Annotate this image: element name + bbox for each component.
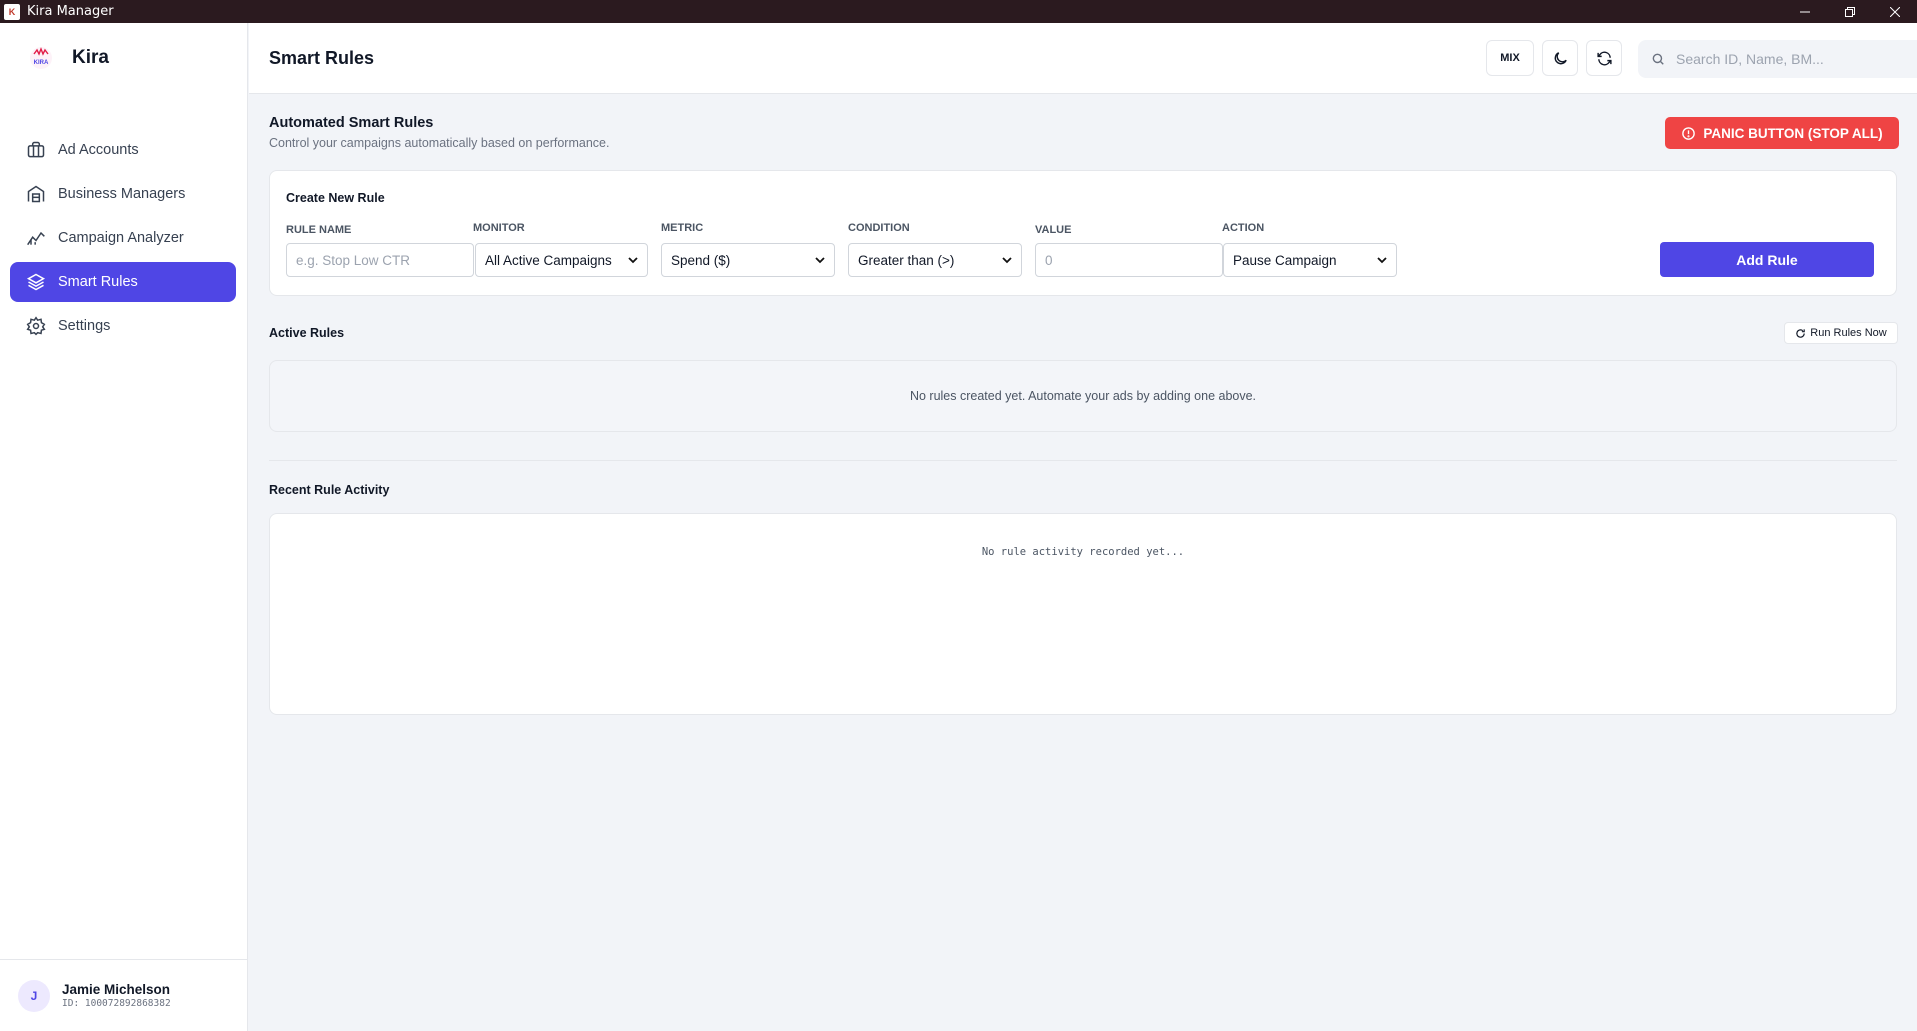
monitor-select[interactable]: All Active Campaigns [475,243,648,277]
page-header: Smart Rules MIX [249,23,1917,94]
value-label: VALUE [1035,224,1072,236]
panic-button[interactable]: PANIC BUTTON (STOP ALL) [1665,117,1899,149]
activity-log: No rule activity recorded yet... [269,513,1897,715]
sidebar-nav: Ad Accounts Business Managers Campaign A… [10,130,236,350]
monitor-value: All Active Campaigns [485,252,612,268]
window-titlebar: K Kira Manager [0,0,1917,23]
search-icon [1652,53,1664,65]
sidebar-item-business-managers[interactable]: Business Managers [10,174,236,214]
panic-button-label: PANIC BUTTON (STOP ALL) [1703,125,1883,141]
divider [269,460,1897,461]
refresh-button[interactable] [1586,40,1622,76]
app-icon: K [4,3,20,20]
value-input[interactable] [1045,252,1213,268]
action-value: Pause Campaign [1233,252,1337,268]
sidebar: KIRA Kira Ad Accounts Business Managers … [0,23,248,1031]
rule-name-field[interactable] [286,243,474,277]
alert-circle-icon [1681,126,1696,141]
refresh-icon [1795,328,1806,339]
condition-label: CONDITION [848,222,910,234]
active-rules-title: Active Rules [269,326,345,340]
create-rule-card: Create New Rule RULE NAME MONITOR All Ac… [269,170,1897,296]
page-title: Smart Rules [269,48,375,68]
chevron-down-icon [1377,256,1387,263]
section-title: Automated Smart Rules [269,115,434,131]
rule-name-input[interactable] [296,252,464,268]
section-subtitle: Control your campaigns automatically bas… [269,136,610,150]
refresh-icon [1596,51,1612,65]
close-button[interactable] [1872,0,1917,23]
briefcase-icon [25,139,47,161]
kira-logo: KIRA [28,45,54,71]
theme-toggle-button[interactable] [1542,40,1578,76]
activity-empty-message: No rule activity recorded yet... [981,546,1185,558]
monitor-label: MONITOR [473,222,525,234]
sidebar-item-label: Campaign Analyzer [58,230,184,246]
mix-button[interactable]: MIX [1486,40,1534,76]
create-rule-title: Create New Rule [286,191,385,205]
gear-icon [25,315,47,337]
condition-select[interactable]: Greater than (>) [848,243,1022,277]
action-label: ACTION [1222,222,1265,234]
user-name: Jamie Michelson [62,982,171,997]
chevron-down-icon [815,256,825,263]
user-id: ID: 100072892868382 [62,998,171,1009]
restore-icon [1844,6,1855,17]
window-title: Kira Manager [27,4,114,19]
minimize-button[interactable] [1782,0,1827,23]
chevron-down-icon [628,256,638,263]
chevron-down-icon [1002,256,1012,263]
main-content: Automated Smart Rules Control your campa… [249,94,1917,1031]
add-rule-button[interactable]: Add Rule [1660,242,1874,277]
avatar: J [18,979,50,1012]
action-select[interactable]: Pause Campaign [1223,243,1397,277]
chart-icon [25,227,47,249]
empty-rules-message: No rules created yet. Automate your ads … [909,389,1257,403]
sidebar-item-ad-accounts[interactable]: Ad Accounts [10,130,236,170]
search-box[interactable] [1638,40,1917,78]
sidebar-item-smart-rules[interactable]: Smart Rules [10,262,236,302]
sidebar-item-label: Business Managers [58,186,186,202]
recent-activity-title: Recent Rule Activity [269,483,390,497]
sidebar-item-campaign-analyzer[interactable]: Campaign Analyzer [10,218,236,258]
restore-button[interactable] [1827,0,1872,23]
moon-icon [1554,51,1567,64]
metric-select[interactable]: Spend ($) [661,243,835,277]
metric-value: Spend ($) [671,252,731,268]
metric-label: METRIC [661,222,704,234]
sidebar-item-label: Settings [58,318,111,334]
layers-icon [25,271,47,293]
condition-value: Greater than (>) [858,252,955,268]
svg-text:KIRA: KIRA [34,60,49,66]
brand-name: Kira [72,47,109,68]
rule-name-label: RULE NAME [286,224,352,236]
run-rules-label: Run Rules Now [1810,327,1887,339]
sidebar-item-settings[interactable]: Settings [10,306,236,346]
building-icon [25,183,47,205]
sidebar-item-label: Ad Accounts [58,142,139,158]
minimize-icon [1799,11,1810,12]
active-rules-empty-state: No rules created yet. Automate your ads … [269,360,1897,432]
brand[interactable]: KIRA Kira [28,45,109,71]
sidebar-item-label: Smart Rules [58,274,138,290]
search-input[interactable] [1676,51,1906,67]
user-profile[interactable]: J Jamie Michelson ID: 100072892868382 [0,959,248,1031]
close-icon [1889,6,1900,17]
value-field[interactable] [1035,243,1223,277]
run-rules-button[interactable]: Run Rules Now [1784,322,1898,344]
